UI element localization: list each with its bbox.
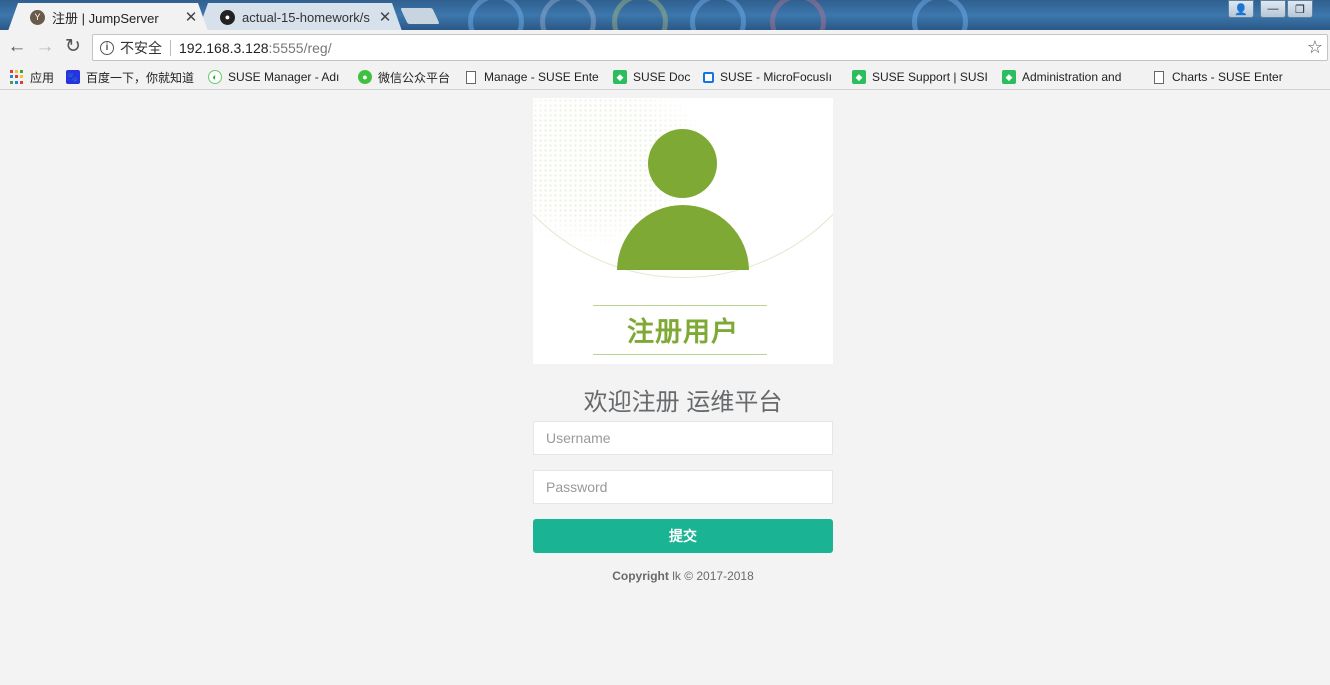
desktop-decoration [690, 0, 746, 30]
browser-toolbar: ← → ↻ i 不安全 192.168.3.128:5555/reg/ ☆ [0, 30, 1330, 64]
tab-title: actual-15-homework/s [242, 9, 370, 25]
address-bar[interactable]: i 不安全 192.168.3.128:5555/reg/ ☆ [92, 34, 1328, 61]
bookmark-baidu[interactable]: 🐾 百度一下，你就知道 [66, 67, 200, 87]
hero-divider [593, 354, 767, 355]
close-icon[interactable]: ✕ [378, 8, 392, 26]
username-input[interactable] [533, 421, 833, 455]
user-profile-icon[interactable]: 👤 [1228, 0, 1254, 18]
hero-divider [593, 305, 767, 306]
bookmark-star-icon[interactable]: ☆ [1307, 37, 1323, 58]
bookmark-suse-doc[interactable]: ◆ SUSE Doc [613, 67, 691, 87]
desktop-decoration [912, 0, 968, 30]
bookmark-suse-manager[interactable]: ◐ SUSE Manager - Adı [208, 67, 344, 87]
desktop-decoration [540, 0, 596, 30]
password-input[interactable] [533, 470, 833, 504]
bookmark-label: Charts - SUSE Enter [1172, 70, 1283, 84]
forward-arrow-icon[interactable]: → [34, 36, 56, 58]
github-icon: ● [220, 10, 235, 25]
back-arrow-icon[interactable]: ← [6, 36, 28, 58]
bookmark-wechat[interactable]: ● 微信公众平台 [358, 67, 454, 87]
microfocus-icon [703, 71, 714, 83]
page-icon [1154, 70, 1164, 84]
minimize-icon[interactable]: — [1260, 0, 1286, 18]
suse-chameleon-icon: ◆ [852, 70, 866, 84]
register-hero-image: 注册用户 [533, 98, 833, 364]
suse-manager-icon: ◐ [208, 70, 222, 84]
bookmark-label: 百度一下，你就知道 [86, 70, 195, 85]
welcome-heading: 欢迎注册 运维平台 [583, 389, 783, 416]
reload-icon[interactable]: ↻ [62, 36, 84, 58]
bookmark-label: 应用 [30, 70, 55, 85]
baidu-paw-icon: 🐾 [66, 70, 80, 84]
address-divider [170, 39, 171, 56]
apps-grid-icon [10, 70, 24, 84]
tab-jumpserver[interactable]: Y 注册 | JumpServer ✕ [8, 3, 208, 30]
bookmark-label: SUSE Support | SUSI [872, 70, 988, 84]
desktop-decoration [468, 0, 524, 30]
bookmark-label: SUSE - MicroFocusIı [720, 70, 833, 84]
maximize-icon[interactable]: ❐ [1287, 0, 1313, 18]
new-tab-button[interactable] [400, 8, 440, 24]
url-host: 192.168.3.128 [179, 39, 269, 56]
submit-button[interactable]: 提交 [533, 519, 833, 553]
bookmark-charts-suse[interactable]: Charts - SUSE Enter [1154, 67, 1290, 87]
page-icon [466, 70, 476, 84]
tab-github[interactable]: ● actual-15-homework/s ✕ [198, 3, 402, 30]
copyright-footer: Copyright lk © 2017-2018 [533, 569, 833, 583]
bookmark-apps[interactable]: 应用 [10, 67, 62, 87]
bookmark-label: Manage - SUSE Ente [484, 70, 599, 84]
bookmarks-bar: 应用 🐾 百度一下，你就知道 ◐ SUSE Manager - Adı ● 微信… [0, 64, 1330, 90]
bookmark-suse-support[interactable]: ◆ SUSE Support | SUSI [852, 67, 990, 87]
user-avatar-icon [648, 129, 717, 198]
suse-chameleon-icon: ◆ [613, 70, 627, 84]
bookmark-label: Administration and [1022, 70, 1122, 84]
bookmark-administration[interactable]: ◆ Administration and [1002, 67, 1140, 87]
suse-chameleon-icon: ◆ [1002, 70, 1016, 84]
bookmark-label: SUSE Doc [633, 70, 691, 84]
bookmark-label: 微信公众平台 [378, 70, 451, 85]
info-icon[interactable]: i [100, 40, 114, 55]
hero-title: 注册用户 [627, 317, 739, 348]
bookmark-microfocus[interactable]: SUSE - MicroFocusIı [703, 67, 839, 87]
jumpserver-icon: Y [30, 10, 45, 25]
bookmark-manage-suse[interactable]: Manage - SUSE Ente [466, 67, 600, 87]
desktop-decoration [612, 0, 668, 30]
url-path: :5555/reg/ [268, 39, 332, 56]
bookmark-label: SUSE Manager - Adı [228, 70, 340, 84]
browser-titlebar: Y 注册 | JumpServer ✕ ● actual-15-homework… [0, 0, 1330, 30]
tab-title: 注册 | JumpServer [52, 10, 159, 26]
security-label: 不安全 [120, 39, 162, 56]
copyright-text: lk © 2017-2018 [668, 569, 754, 583]
wechat-icon: ● [358, 70, 372, 84]
close-icon[interactable]: ✕ [184, 8, 198, 26]
copyright-label: Copyright [612, 569, 669, 583]
desktop-decoration [770, 0, 826, 30]
